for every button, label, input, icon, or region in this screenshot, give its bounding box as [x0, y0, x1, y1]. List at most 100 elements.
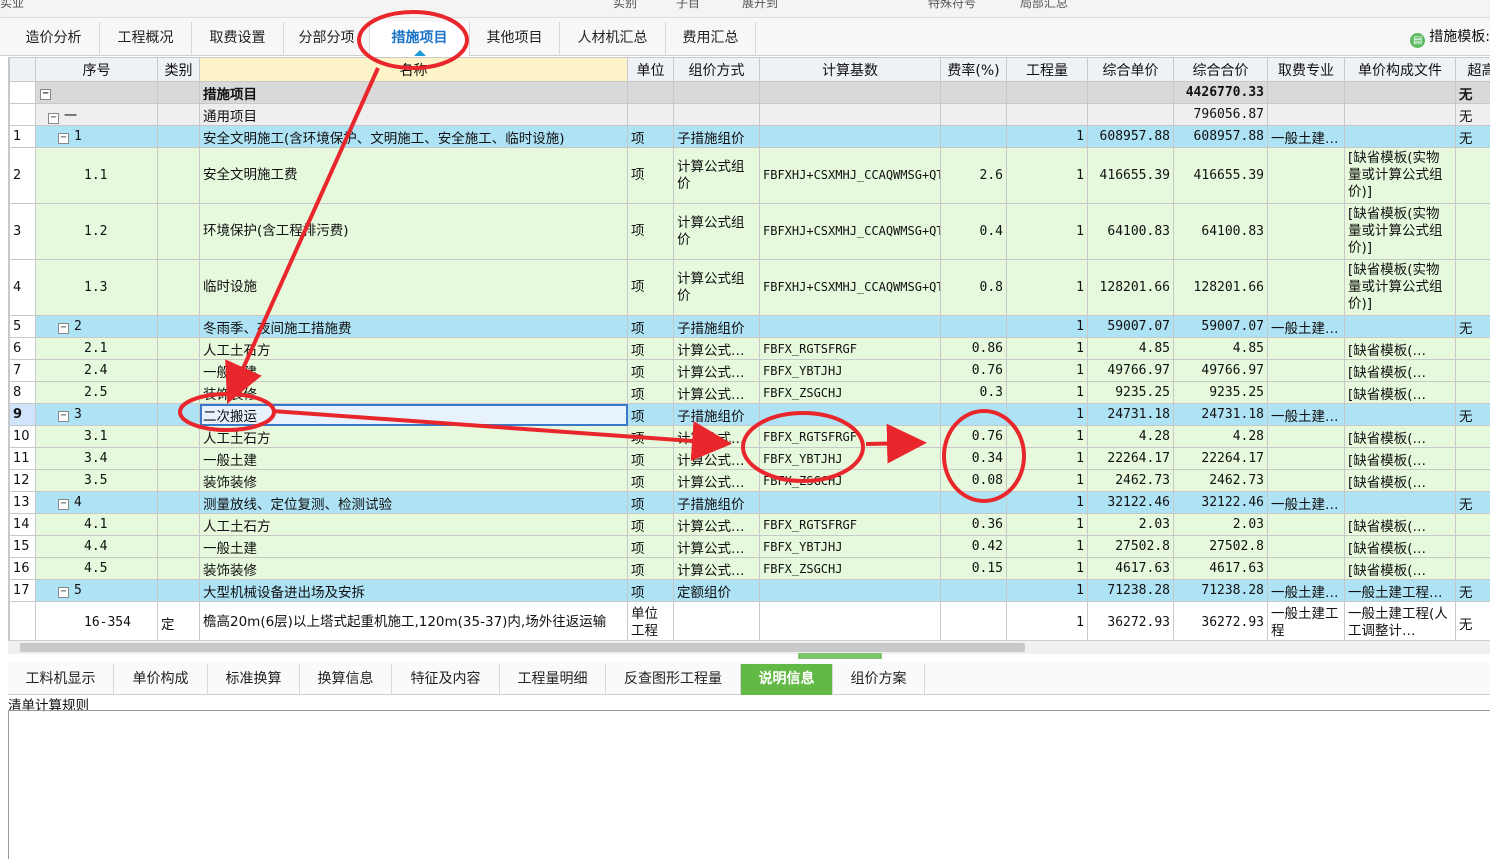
- cell-unit-price[interactable]: 36272.93: [1087, 601, 1174, 640]
- col-header-type[interactable]: 类别: [157, 57, 200, 82]
- table-row[interactable]: 11 3.4 一般土建 项 计算公式… FBFX_YBTJHJ 0.34 1 22264.17 2…: [9, 447, 1490, 470]
- cell-qty[interactable]: 1: [1006, 557, 1088, 580]
- cell-spec[interactable]: [1267, 359, 1345, 382]
- cell-price-file[interactable]: [缺省模板(…: [1344, 359, 1456, 382]
- cell-spec[interactable]: 一般土建…: [1267, 491, 1345, 514]
- table-row[interactable]: 9 −3 二次搬运 项 子措施组价 1 24731.18 24731.18 一般土建… 无: [9, 403, 1490, 426]
- tab-3[interactable]: 分部分项: [284, 22, 370, 56]
- col-header-method[interactable]: 组价方式: [673, 57, 760, 82]
- cell-qty[interactable]: 1: [1006, 447, 1088, 470]
- table-row[interactable]: 16 4.5 装饰装修 项 计算公式… FBFX_ZSGCHJ 0.15 1 4617.63 46…: [9, 557, 1490, 580]
- cell-seq[interactable]: −4: [35, 491, 158, 514]
- cell-extra[interactable]: [1455, 557, 1490, 580]
- cell-price-file[interactable]: [1344, 403, 1456, 426]
- bottom-tab-8[interactable]: 组价方案: [833, 664, 925, 695]
- cell-unit[interactable]: 项: [627, 147, 674, 204]
- cell-name[interactable]: 一般土建: [199, 359, 628, 382]
- cell-spec[interactable]: [1267, 147, 1345, 204]
- table-row[interactable]: 2 1.1 安全文明施工费 项 计算公式组价 FBFXHJ+CSXMHJ_CCAQWMSG…: [9, 147, 1490, 204]
- cell-qty[interactable]: 1: [1006, 425, 1088, 448]
- cell-total[interactable]: 24731.18: [1173, 403, 1268, 426]
- col-header-seq[interactable]: 序号: [35, 57, 158, 82]
- col-header-unit-price[interactable]: 综合单价: [1087, 57, 1174, 82]
- toolbar-item[interactable]: 特殊符号: [928, 0, 976, 11]
- cell-method[interactable]: 计算公式…: [673, 337, 760, 360]
- cell-price-file[interactable]: [缺省模板(实物量或计算公式组价)]: [1344, 147, 1456, 204]
- cell-rate[interactable]: 0.3: [940, 381, 1007, 404]
- cell-method[interactable]: 计算公式组价: [673, 147, 760, 204]
- cell-spec[interactable]: [1267, 557, 1345, 580]
- cell-name[interactable]: 大型机械设备进出场及安拆: [199, 579, 628, 602]
- cell-qty[interactable]: 1: [1006, 403, 1088, 426]
- cell-rate[interactable]: 2.6: [940, 147, 1007, 204]
- cell-name[interactable]: 措施项目: [199, 81, 628, 104]
- cell-method[interactable]: 计算公式…: [673, 381, 760, 404]
- cell-rate[interactable]: [940, 403, 1007, 426]
- cell-price-file[interactable]: [缺省模板(…: [1344, 425, 1456, 448]
- cell-price-file[interactable]: [缺省模板(…: [1344, 513, 1456, 536]
- cell-extra[interactable]: [1455, 259, 1490, 316]
- cell-seq[interactable]: 1.2: [35, 203, 158, 260]
- cell-unit-price[interactable]: 128201.66: [1087, 259, 1174, 316]
- collapse-toggle-icon[interactable]: −: [48, 113, 59, 124]
- cell-name[interactable]: 二次搬运: [199, 403, 628, 426]
- cell-price-file[interactable]: [1344, 103, 1456, 126]
- cell-extra[interactable]: 无: [1455, 579, 1490, 602]
- cell-price-file[interactable]: [缺省模板(…: [1344, 447, 1456, 470]
- col-header-base[interactable]: 计算基数: [759, 57, 941, 82]
- cell-price-file[interactable]: [缺省模板(…: [1344, 381, 1456, 404]
- cell-seq[interactable]: 1.1: [35, 147, 158, 204]
- cell-unit[interactable]: [627, 103, 674, 126]
- cell-total[interactable]: 4.85: [1173, 337, 1268, 360]
- col-header-name[interactable]: 名称: [199, 57, 628, 82]
- cell-extra[interactable]: [1455, 337, 1490, 360]
- cell-base[interactable]: FBFXHJ+CSXMHJ_CCAQWMSG+QTXMHJ+FBFXRGCJ+C…: [759, 259, 941, 316]
- panel-splitter-handle[interactable]: [798, 653, 882, 659]
- cell-spec[interactable]: [1267, 425, 1345, 448]
- cell-rownum[interactable]: 4: [9, 259, 36, 316]
- cell-seq[interactable]: 4.5: [35, 557, 158, 580]
- cell-extra[interactable]: 无: [1455, 81, 1490, 104]
- col-header-price-file[interactable]: 单价构成文件: [1344, 57, 1456, 82]
- cell-extra[interactable]: [1455, 447, 1490, 470]
- cell-rate[interactable]: 0.08: [940, 469, 1007, 492]
- cell-base[interactable]: [759, 125, 941, 148]
- tab-6[interactable]: 人材机汇总: [560, 22, 666, 56]
- cell-method[interactable]: 计算公式组价: [673, 203, 760, 260]
- cell-name[interactable]: 人工土石方: [199, 513, 628, 536]
- cell-base[interactable]: [759, 403, 941, 426]
- cell-total[interactable]: 4617.63: [1173, 557, 1268, 580]
- cell-rownum[interactable]: 8: [9, 381, 36, 404]
- bottom-tab-2[interactable]: 标准换算: [208, 664, 300, 695]
- cell-unit-price[interactable]: 608957.88: [1087, 125, 1174, 148]
- cell-spec[interactable]: [1267, 259, 1345, 316]
- table-row[interactable]: 10 3.1 人工土石方 项 计算公式… FBFX_RGTSFRGF 0.76 1 4.28 4.…: [9, 425, 1490, 448]
- table-row[interactable]: 7 2.4 一般土建 项 计算公式… FBFX_YBTJHJ 0.76 1 49766.97 49…: [9, 359, 1490, 382]
- cell-total[interactable]: 71238.28: [1173, 579, 1268, 602]
- cell-seq[interactable]: 3.5: [35, 469, 158, 492]
- cell-unit[interactable]: 项: [627, 535, 674, 558]
- cell-total[interactable]: 796056.87: [1173, 103, 1268, 126]
- cell-method[interactable]: 子措施组价: [673, 315, 760, 338]
- cell-seq[interactable]: 3.1: [35, 425, 158, 448]
- cell-unit[interactable]: 项: [627, 359, 674, 382]
- tab-2[interactable]: 取费设置: [192, 22, 284, 56]
- cell-unit-price[interactable]: 22264.17: [1087, 447, 1174, 470]
- cell-spec[interactable]: [1267, 447, 1345, 470]
- cell-total[interactable]: 128201.66: [1173, 259, 1268, 316]
- cell-total[interactable]: 416655.39: [1173, 147, 1268, 204]
- table-row[interactable]: 5 −2 冬雨季、夜间施工措施费 项 子措施组价 1 59007.07 59007.07 一般土…: [9, 315, 1490, 338]
- cell-type[interactable]: [157, 147, 200, 204]
- cell-type[interactable]: [157, 315, 200, 338]
- cell-qty[interactable]: 1: [1006, 513, 1088, 536]
- cell-rownum[interactable]: 15: [9, 535, 36, 558]
- tab-7[interactable]: 费用汇总: [666, 22, 756, 56]
- cell-type[interactable]: [157, 469, 200, 492]
- cell-seq[interactable]: 4.4: [35, 535, 158, 558]
- cell-method[interactable]: [673, 103, 760, 126]
- cell-method[interactable]: 计算公式…: [673, 425, 760, 448]
- table-row[interactable]: 1−1 安全文明施工(含环境保护、文明施工、安全施工、临时设施) 项子措施组价 1 60…: [9, 125, 1490, 148]
- cell-method[interactable]: 子措施组价: [673, 125, 760, 148]
- cell-rate[interactable]: [940, 315, 1007, 338]
- cell-name[interactable]: 装饰装修: [199, 381, 628, 404]
